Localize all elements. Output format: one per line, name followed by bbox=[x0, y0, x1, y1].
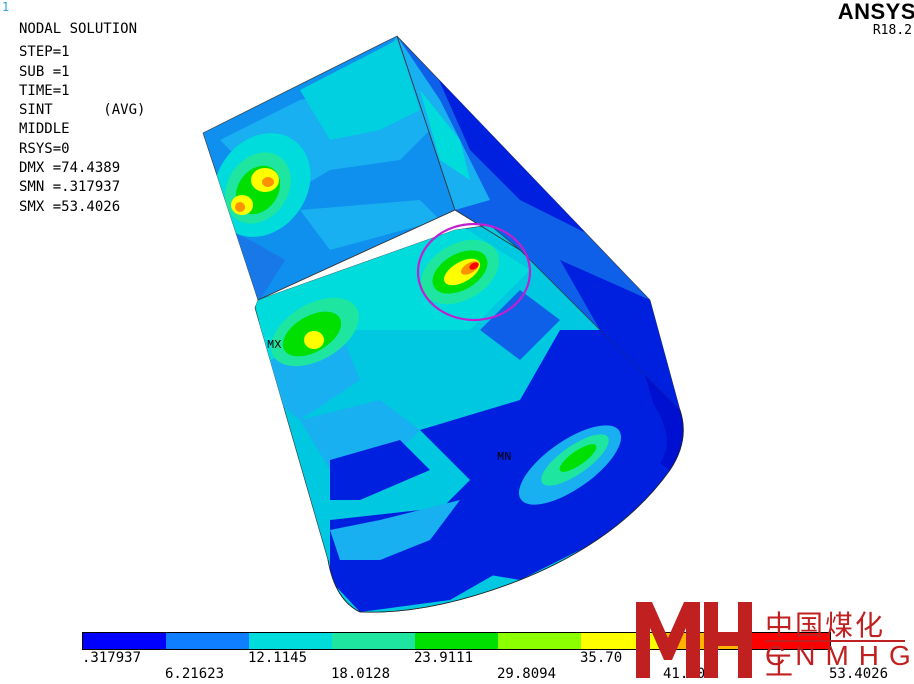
legend-color-5 bbox=[498, 633, 581, 649]
legend-label-bottom-1: 18.0128 bbox=[331, 666, 391, 682]
model-viewport[interactable]: MX MN bbox=[0, 0, 914, 684]
legend-color-0 bbox=[83, 633, 166, 649]
watermark-logo-icon bbox=[636, 602, 752, 678]
legend-label-top-1: 12.1145 bbox=[248, 650, 308, 666]
legend-label-top-0: .317937 bbox=[82, 650, 142, 666]
legend-color-4 bbox=[415, 633, 498, 649]
legend-label-bottom-2: 29.8094 bbox=[497, 666, 557, 682]
min-marker: MN bbox=[497, 450, 511, 464]
legend-color-3 bbox=[332, 633, 415, 649]
legend-label-top-2: 23.9111 bbox=[414, 650, 474, 666]
legend-label-bottom-0: 6.21623 bbox=[165, 666, 225, 682]
watermark-latin-text: CNMHG bbox=[765, 640, 914, 671]
max-marker: MX bbox=[267, 338, 281, 352]
legend-color-1 bbox=[166, 633, 249, 649]
legend-color-2 bbox=[249, 633, 332, 649]
legend-label-top-3: 35.70 bbox=[580, 650, 623, 666]
